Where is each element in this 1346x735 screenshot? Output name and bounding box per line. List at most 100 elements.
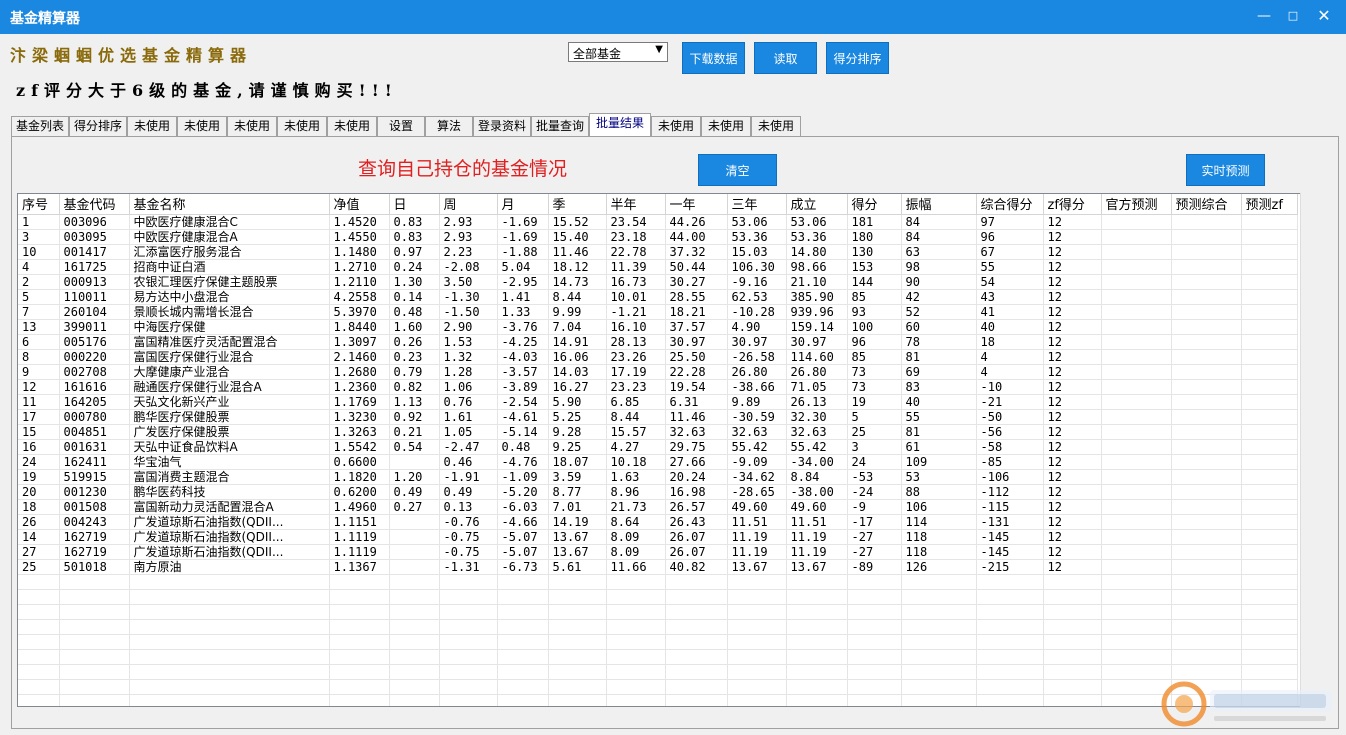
table-cell: 11.51 [786,514,848,530]
tab-1[interactable]: 得分排序 [69,116,127,136]
table-row[interactable]: 26 004243 广发道琼斯石油指数(QDII... 1.1151 -0.76 -4.6… [18,514,1298,530]
column-header[interactable]: 预测综合 [1171,194,1242,215]
column-header[interactable]: 周 [439,194,498,215]
table-row[interactable]: 2 000913 农银汇理医疗保健主题股票 1.2110 1.30 3.50 -2.95 14… [18,274,1298,290]
table-cell: 106.30 [727,259,787,275]
realtime-predict-button[interactable]: 实时预测 [1186,154,1265,186]
clear-button[interactable]: 清空 [698,154,777,186]
table-cell: 24 [18,454,60,470]
table-row[interactable]: 5 110011 易方达中小盘混合 4.2558 0.14 -1.30 1.41 8.44 10… [18,289,1298,305]
column-header[interactable]: 日 [389,194,440,215]
table-row[interactable]: 9 002708 大摩健康产业混合 1.2680 0.79 1.28 -3.57 14.03 1… [18,364,1298,380]
table-cell [901,574,977,590]
table-row[interactable]: 15 004851 广发医疗保健股票 1.3263 0.21 1.05 -5.14 9.28 1… [18,424,1298,440]
close-icon[interactable]: ✕ [1314,6,1334,26]
table-cell [1101,379,1172,395]
column-header[interactable]: 基金名称 [129,194,330,215]
column-header[interactable]: 一年 [665,194,728,215]
column-header[interactable]: 三年 [727,194,787,215]
table-row[interactable] [18,649,1298,665]
score-sort-button[interactable]: 得分排序 [826,42,889,74]
tab-5[interactable]: 未使用 [277,116,327,136]
minimize-icon[interactable]: — [1254,6,1274,26]
table-row[interactable]: 6 005176 富国精准医疗灵活配置混合 1.3097 0.26 1.53 -4.25 14… [18,334,1298,350]
maximize-icon[interactable]: □ [1283,6,1303,26]
table-row[interactable]: 10 001417 汇添富医疗服务混合 1.1480 0.97 2.23 -1.88 11.4… [18,244,1298,260]
tab-2[interactable]: 未使用 [127,116,177,136]
column-header[interactable]: 振幅 [901,194,977,215]
table-row[interactable]: 13 399011 中海医疗保健 1.8440 1.60 2.90 -3.76 7.04 16.… [18,319,1298,335]
table-row[interactable]: 12 161616 融通医疗保健行业混合A 1.2360 0.82 1.06 -3.89 16… [18,379,1298,395]
column-header[interactable]: 月 [497,194,549,215]
table-row[interactable]: 19 519915 富国消费主题混合 1.1820 1.20 -1.91 -1.09 3.59… [18,469,1298,485]
tab-11[interactable]: 批量结果 [589,113,651,136]
tab-3[interactable]: 未使用 [177,116,227,136]
table-row[interactable] [18,634,1298,650]
results-grid[interactable]: 序号 基金代码 基金名称 净值日周月季半年 一年 三年 成立 得分 振幅 综合得分 zf得分 官方预测… [17,193,1317,707]
column-header[interactable]: 官方预测 [1101,194,1172,215]
column-header[interactable]: 预测zf [1241,194,1298,215]
column-header[interactable]: 基金代码 [59,194,130,215]
read-button[interactable]: 读取 [754,42,817,74]
tab-13[interactable]: 未使用 [701,116,751,136]
table-row[interactable]: 25 501018 南方原油 1.1367 -1.31 -6.73 5.61 11.66 40.… [18,559,1298,575]
table-cell: -26.58 [727,349,787,365]
tab-14[interactable]: 未使用 [751,116,801,136]
table-row[interactable]: 4 161725 招商中证白酒 1.2710 0.24 -2.08 5.04 18.12 11.… [18,259,1298,275]
table-row[interactable]: 7 260104 景顺长城内需增长混合 5.3970 0.48 -1.50 1.33 9.99… [18,304,1298,320]
tab-6[interactable]: 未使用 [327,116,377,136]
table-cell [665,619,728,635]
table-row[interactable]: 20 001230 鹏华医药科技 0.6200 0.49 0.49 -5.20 8.77 8.9… [18,484,1298,500]
table-row[interactable]: 18 001508 富国新动力灵活配置混合A 1.4960 0.27 0.13 -6.03 7… [18,499,1298,515]
tab-10[interactable]: 批量查询 [531,116,589,136]
table-row[interactable] [18,619,1298,635]
tab-9[interactable]: 登录资料 [473,116,531,136]
table-cell [1101,664,1172,680]
table-row[interactable]: 1 003096 中欧医疗健康混合C 1.4520 0.83 2.93 -1.69 15.52… [18,214,1298,230]
column-header[interactable]: 季 [548,194,607,215]
tab-8[interactable]: 算法 [425,116,473,136]
table-row[interactable] [18,604,1298,620]
table-cell: -17 [847,514,902,530]
table-cell: 2.23 [439,244,498,260]
table-row[interactable]: 14 162719 广发道琼斯石油指数(QDII... 1.1119 -0.75 -5.0… [18,529,1298,545]
table-row[interactable]: 17 000780 鹏华医疗保健股票 1.3230 0.92 1.61 -4.61 5.25 8… [18,409,1298,425]
tab-12[interactable]: 未使用 [651,116,701,136]
table-row[interactable] [18,574,1298,590]
column-header[interactable]: 成立 [786,194,848,215]
table-row[interactable] [18,589,1298,605]
fund-type-select[interactable]: 全部基金 ▼ [568,42,668,62]
table-row[interactable] [18,694,1298,706]
tab-7[interactable]: 设置 [377,116,425,136]
table-cell: 0.6600 [329,454,390,470]
table-row[interactable]: 24 162411 华宝油气 0.6600 0.46 -4.76 18.07 10.18 27.… [18,454,1298,470]
table-row[interactable]: 8 000220 富国医疗保健行业混合 2.1460 0.23 1.32 -4.03 16.0… [18,349,1298,365]
table-cell [1171,529,1242,545]
table-row[interactable]: 11 164205 天弘文化新兴产业 1.1769 1.13 0.76 -2.54 5.90 6… [18,394,1298,410]
table-cell [1101,304,1172,320]
table-cell: 40 [976,319,1044,335]
table-row[interactable] [18,664,1298,680]
table-cell [727,574,787,590]
column-header[interactable]: 序号 [18,194,60,215]
column-header[interactable]: 得分 [847,194,902,215]
table-row[interactable]: 16 001631 天弘中证食品饮料A 1.5542 0.54 -2.47 0.48 9.25… [18,439,1298,455]
vertical-scrollbar[interactable] [1300,193,1318,707]
table-cell: -6.73 [497,559,549,575]
column-header[interactable]: 半年 [606,194,666,215]
column-header[interactable]: 净值 [329,194,390,215]
table-cell: -6.03 [497,499,549,515]
table-cell [497,664,549,680]
table-cell: 0.26 [389,334,440,350]
table-row[interactable]: 27 162719 广发道琼斯石油指数(QDII... 1.1119 -0.75 -5.0… [18,544,1298,560]
table-row[interactable]: 3 003095 中欧医疗健康混合A 1.4550 0.83 2.93 -1.69 15.40… [18,229,1298,245]
column-header[interactable]: 综合得分 [976,194,1044,215]
tab-0[interactable]: 基金列表 [11,116,69,136]
column-header[interactable]: zf得分 [1043,194,1102,215]
table-cell: 4.90 [727,319,787,335]
tab-4[interactable]: 未使用 [227,116,277,136]
table-cell [606,619,666,635]
table-row[interactable] [18,679,1298,695]
download-data-button[interactable]: 下载数据 [682,42,745,74]
table-cell [439,694,498,706]
